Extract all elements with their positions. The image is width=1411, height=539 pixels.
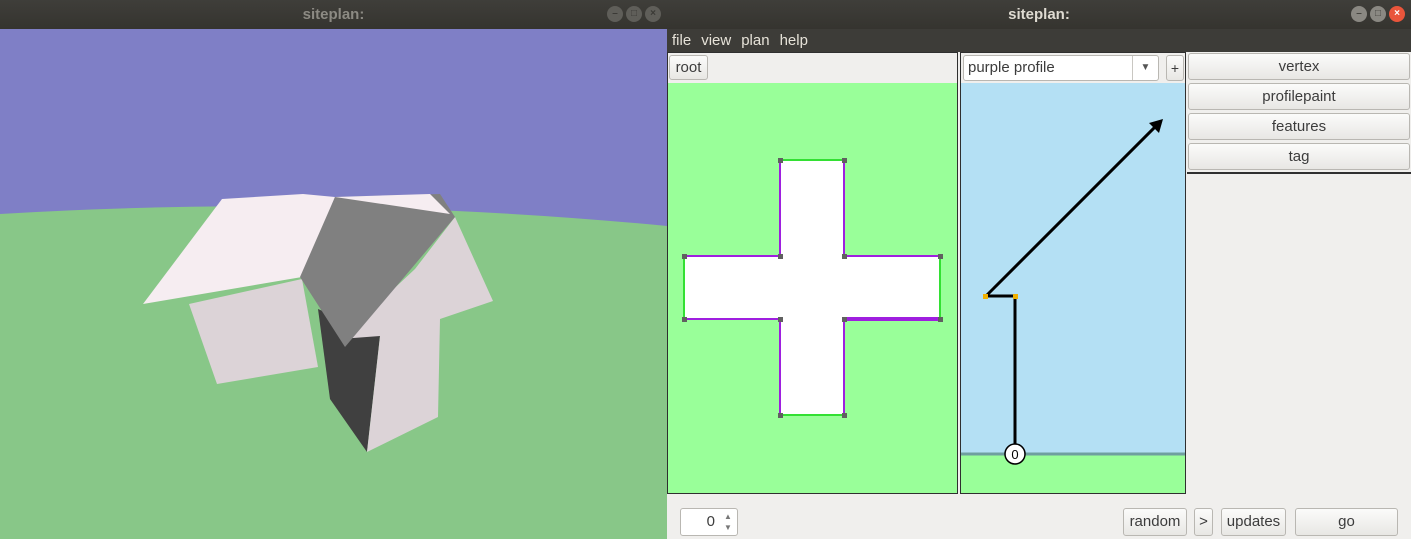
minimize-icon[interactable]: –: [1351, 6, 1367, 22]
3d-viewport[interactable]: [0, 29, 667, 539]
viewer-titlebar[interactable]: siteplan: – □ ×: [0, 0, 667, 29]
editor-titlebar[interactable]: siteplan: – □ ×: [667, 0, 1411, 29]
chevron-down-icon[interactable]: ▼: [1132, 56, 1158, 80]
spinner-arrows[interactable]: ▲ ▼: [721, 511, 735, 533]
profile-panel: purple profile ▼ + 0: [960, 52, 1186, 494]
vertex-handle[interactable]: [938, 317, 943, 322]
profile-select-value: purple profile: [968, 59, 1055, 76]
go-button[interactable]: go: [1295, 508, 1398, 536]
maximize-icon[interactable]: □: [1370, 6, 1386, 22]
profile-ground: [961, 453, 1185, 493]
vertex-handle[interactable]: [778, 413, 783, 418]
vertex-handle[interactable]: [938, 254, 943, 259]
maximize-icon[interactable]: □: [626, 6, 642, 22]
viewer-window: siteplan: – □ ×: [0, 0, 667, 539]
vertex-handle[interactable]: [842, 413, 847, 418]
plan-panel: root: [667, 52, 958, 494]
viewer-title: siteplan:: [302, 6, 365, 23]
vertex-handle[interactable]: [778, 254, 783, 259]
menu-plan[interactable]: plan: [736, 29, 774, 52]
profile-vertex[interactable]: [1013, 294, 1018, 299]
minimize-icon[interactable]: –: [607, 6, 623, 22]
add-profile-button[interactable]: +: [1166, 55, 1184, 81]
profile-sky: [961, 83, 1185, 453]
tool-panel: vertex profilepaint features tag: [1187, 52, 1411, 174]
close-icon[interactable]: ×: [1389, 6, 1405, 22]
next-button[interactable]: >: [1194, 508, 1213, 536]
profilepaint-tool-button[interactable]: profilepaint: [1188, 83, 1410, 110]
updates-button[interactable]: updates: [1221, 508, 1286, 536]
bottom-bar: 0 ▲ ▼ random > updates go: [667, 494, 1411, 539]
features-tool-button[interactable]: features: [1188, 113, 1410, 140]
vertex-handle[interactable]: [842, 254, 847, 259]
editor-window-controls: – □ ×: [1351, 6, 1405, 22]
vertex-tool-button[interactable]: vertex: [1188, 53, 1410, 80]
editor-title: siteplan:: [1008, 6, 1070, 23]
menu-help[interactable]: help: [775, 29, 813, 52]
vertex-handle[interactable]: [682, 254, 687, 259]
menu-file[interactable]: file: [667, 29, 696, 52]
random-button[interactable]: random: [1123, 508, 1187, 536]
vertex-handle[interactable]: [682, 317, 687, 322]
vertex-handle[interactable]: [842, 158, 847, 163]
tag-tool-button[interactable]: tag: [1188, 143, 1410, 170]
viewer-window-controls: – □ ×: [607, 6, 661, 22]
counter-value: 0: [706, 513, 715, 530]
counter-spinner[interactable]: 0 ▲ ▼: [680, 508, 738, 536]
menu-bar: file view plan help: [667, 29, 1411, 52]
vertex-handle[interactable]: [778, 317, 783, 322]
chevron-up-icon[interactable]: ▲: [721, 511, 735, 522]
profile-select[interactable]: purple profile ▼: [963, 55, 1159, 81]
menu-view[interactable]: view: [696, 29, 736, 52]
root-button[interactable]: root: [669, 55, 708, 80]
profile-origin-label: 0: [1011, 447, 1018, 462]
vertex-handle[interactable]: [842, 317, 847, 322]
profile-vertex[interactable]: [983, 294, 988, 299]
profile-canvas[interactable]: 0: [961, 83, 1185, 493]
close-icon[interactable]: ×: [645, 6, 661, 22]
editor-window: siteplan: – □ × file view plan help root: [667, 0, 1411, 539]
vertex-handle[interactable]: [778, 158, 783, 163]
plan-canvas[interactable]: [668, 83, 957, 493]
chevron-down-icon[interactable]: ▼: [721, 522, 735, 533]
